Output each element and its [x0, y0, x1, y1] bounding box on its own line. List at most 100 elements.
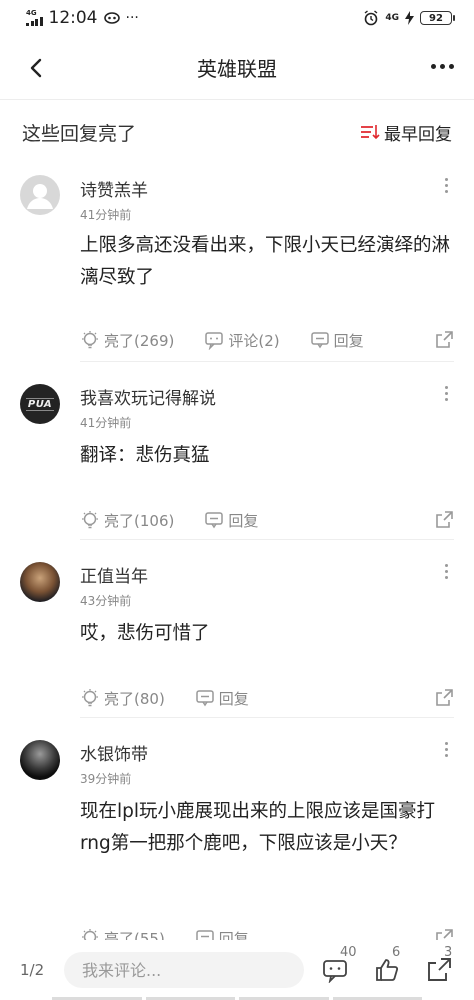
status-time: 12:04 — [48, 8, 98, 28]
charging-icon — [405, 11, 414, 25]
sort-icon — [361, 125, 380, 140]
username[interactable]: 正值当年 — [80, 562, 148, 587]
reply-icon — [310, 332, 329, 349]
reply-button[interactable]: 回复 — [204, 510, 258, 531]
status-right: 4G 92 — [363, 10, 455, 26]
section-title: 这些回复亮了 — [22, 122, 137, 145]
comment-icon — [205, 332, 224, 350]
share-icon — [436, 929, 453, 940]
comment-more-button[interactable] — [438, 742, 454, 757]
username[interactable]: 我喜欢玩记得解说 — [80, 384, 216, 409]
like-post-count: 6 — [392, 945, 401, 960]
like-count: 亮了(106) — [104, 511, 175, 530]
network-type: 4G — [26, 9, 37, 17]
share-icon — [436, 511, 453, 528]
comment-item: PUA 我喜欢玩记得解说 41分钟前 翻译：悲伤真猛 亮了(106) 回复 — [0, 362, 474, 540]
reply-button[interactable]: 回复 — [195, 688, 249, 709]
alarm-icon — [364, 10, 378, 26]
reply-label: 回复 — [333, 331, 364, 350]
comment-actions: 亮了(269) 评论(2) 回复 — [80, 328, 454, 352]
share-button[interactable] — [434, 688, 454, 708]
timestamp: 43分钟前 — [80, 594, 132, 608]
thumbs-up-icon — [376, 959, 399, 981]
reply-button[interactable]: 回复 — [195, 928, 249, 941]
reply-label: 回复 — [218, 689, 249, 708]
timestamp: 41分钟前 — [80, 208, 132, 222]
username[interactable]: 水银饰带 — [80, 740, 148, 765]
reply-count: 评论(2) — [228, 331, 280, 350]
reply-label: 回复 — [228, 511, 259, 530]
view-replies-button[interactable]: 评论(2) — [204, 330, 280, 351]
comment-actions: 亮了(55) 回复 — [80, 926, 454, 940]
signal-icon: 4G — [26, 10, 43, 26]
sort-toggle[interactable]: 最早回复 — [360, 120, 452, 145]
status-left: 4G 12:04 ··· — [26, 8, 139, 28]
like-button[interactable]: 亮了(55) — [80, 928, 165, 941]
default-avatar-icon — [27, 184, 53, 209]
like-count: 亮了(80) — [104, 689, 165, 708]
avatar[interactable] — [20, 175, 60, 215]
comment-text: 上限多高还没看出来，下限小天已经演绎的淋漓尽致了 — [80, 235, 451, 288]
like-count: 亮了(55) — [104, 929, 165, 941]
comment-more-button[interactable] — [438, 564, 454, 579]
app-notification-icon — [103, 12, 120, 24]
page: 4G 12:04 ··· 4G 92 英雄联盟 这些回复亮了 最早回复 诗赞羔羊… — [0, 0, 474, 1000]
reply-icon — [196, 930, 214, 940]
more-options-button[interactable] — [429, 58, 456, 75]
page-indicator: 1/2 — [20, 961, 45, 979]
avatar[interactable] — [20, 562, 60, 602]
like-count: 亮了(269) — [104, 331, 175, 350]
username[interactable]: 诗赞羔羊 — [80, 176, 148, 201]
comment-more-button[interactable] — [438, 386, 454, 401]
timestamp: 39分钟前 — [80, 772, 132, 786]
comment-text: 哎，悲伤可惜了 — [80, 623, 210, 644]
back-button[interactable] — [22, 54, 50, 82]
comment-item: 正值当年 43分钟前 哎，悲伤可惜了 亮了(80) 回复 — [0, 540, 474, 718]
comment-icon — [323, 960, 347, 983]
timestamp: 41分钟前 — [80, 416, 132, 430]
sort-label: 最早回复 — [384, 124, 452, 145]
lightbulb-icon — [82, 929, 98, 940]
share-icon — [428, 958, 451, 981]
comments-button[interactable]: 40 — [320, 945, 357, 985]
avatar[interactable] — [20, 740, 60, 780]
comment-more-button[interactable] — [438, 178, 454, 193]
status-bar: 4G 12:04 ··· 4G 92 — [0, 0, 474, 36]
battery-icon: 92 — [420, 11, 455, 25]
like-post-button[interactable]: 6 — [372, 945, 402, 985]
reply-icon — [205, 512, 224, 529]
lightbulb-icon — [82, 689, 98, 707]
comment-count: 40 — [340, 945, 357, 960]
share-post-button[interactable]: 3 — [424, 945, 454, 985]
comment-input[interactable] — [64, 952, 304, 988]
header: 英雄联盟 — [0, 36, 474, 100]
like-button[interactable]: 亮了(106) — [80, 510, 174, 531]
comment-text: 现在lpl玩小鹿展现出来的上限应该是国豪打rng第一把那个鹿吧，下限应该是小天？ — [80, 801, 436, 854]
battery-level: 92 — [429, 12, 443, 24]
comment-item: 诗赞羔羊 41分钟前 上限多高还没看出来，下限小天已经演绎的淋漓尽致了 亮了(2… — [0, 164, 474, 362]
share-count: 3 — [444, 945, 453, 960]
comment-actions: 亮了(106) 回复 — [80, 508, 454, 532]
comment-item: 水银饰带 39分钟前 现在lpl玩小鹿展现出来的上限应该是国豪打rng第一把那个… — [0, 718, 474, 940]
avatar[interactable]: PUA — [20, 384, 60, 424]
bottom-bar: 1/2 40 6 3 — [0, 940, 474, 1000]
like-button[interactable]: 亮了(269) — [80, 330, 174, 351]
lightbulb-icon — [82, 511, 98, 529]
chevron-left-icon — [30, 58, 42, 78]
reply-button[interactable]: 回复 — [310, 330, 364, 351]
share-button[interactable] — [434, 330, 454, 350]
avatar-text: PUA — [25, 397, 55, 411]
share-icon — [436, 331, 453, 348]
network-type-right: 4G — [385, 13, 399, 23]
share-button[interactable] — [434, 510, 454, 530]
share-icon — [436, 689, 453, 706]
comment-actions: 亮了(80) 回复 — [80, 686, 454, 710]
reply-label: 回复 — [218, 929, 249, 941]
share-button[interactable] — [434, 928, 454, 940]
status-extra: ··· — [125, 10, 139, 26]
like-button[interactable]: 亮了(80) — [80, 688, 165, 709]
comment-text: 翻译：悲伤真猛 — [80, 445, 210, 466]
lightbulb-icon — [82, 331, 98, 349]
page-title: 英雄联盟 — [197, 57, 277, 81]
section-header: 这些回复亮了 最早回复 — [0, 100, 474, 164]
